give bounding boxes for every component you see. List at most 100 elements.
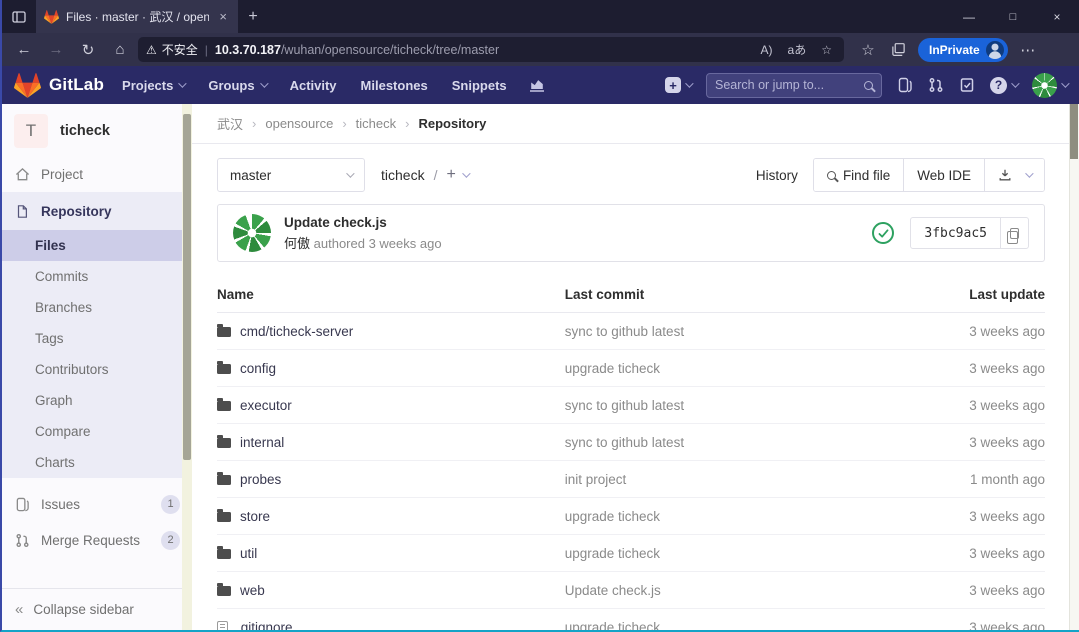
nav-milestones[interactable]: Milestones bbox=[361, 78, 428, 93]
browser-tab[interactable]: Files · master · 武汉 / opensourc × bbox=[36, 0, 238, 33]
read-aloud-icon[interactable]: A) bbox=[757, 43, 777, 57]
forward-button[interactable]: → bbox=[42, 37, 70, 63]
sidebar-subitem[interactable]: Commits bbox=[2, 261, 192, 292]
last-update-time: 3 weeks ago bbox=[879, 424, 1045, 461]
table-row[interactable]: .gitignore upgrade ticheck 3 weeks ago bbox=[217, 609, 1045, 631]
breadcrumb-project[interactable]: ticheck bbox=[356, 116, 396, 131]
search-box[interactable] bbox=[706, 73, 882, 98]
back-button[interactable]: ← bbox=[10, 37, 38, 63]
nav-snippets[interactable]: Snippets bbox=[452, 78, 507, 93]
commit-title-link[interactable]: Update check.js bbox=[284, 215, 442, 230]
sidebar-subitem[interactable]: Branches bbox=[2, 292, 192, 323]
nav-groups[interactable]: Groups bbox=[208, 78, 265, 93]
sidebar-item-project[interactable]: Project bbox=[2, 156, 192, 192]
table-row[interactable]: executor sync to github latest 3 weeks a… bbox=[217, 387, 1045, 424]
gitlab-logo[interactable]: GitLab bbox=[14, 73, 104, 98]
search-input[interactable] bbox=[715, 78, 858, 92]
sidebar-subitem[interactable]: Tags bbox=[2, 323, 192, 354]
file-name-link[interactable]: store bbox=[240, 509, 270, 524]
project-header[interactable]: T ticheck bbox=[2, 104, 192, 156]
more-menu-icon[interactable]: ⋯ bbox=[1014, 37, 1042, 63]
user-menu[interactable] bbox=[1032, 73, 1067, 98]
file-name-link[interactable]: web bbox=[240, 583, 265, 598]
commit-author-link[interactable]: 何傲 bbox=[284, 236, 310, 251]
new-dropdown[interactable]: + bbox=[665, 77, 691, 93]
file-name-link[interactable]: cmd/ticheck-server bbox=[240, 324, 353, 339]
merge-requests-nav-icon[interactable] bbox=[928, 77, 944, 93]
last-commit-message[interactable]: upgrade ticheck bbox=[565, 350, 880, 387]
history-link[interactable]: History bbox=[756, 168, 798, 183]
sidebar-item-merge-requests[interactable]: Merge Requests 2 bbox=[2, 522, 192, 558]
last-commit-message[interactable]: upgrade ticheck bbox=[565, 535, 880, 572]
sidebar-scrollbar[interactable] bbox=[182, 104, 192, 630]
refresh-button[interactable]: ↻ bbox=[74, 37, 102, 63]
copy-commit-button[interactable] bbox=[1000, 218, 1028, 248]
sidebar-item-repository[interactable]: Repository bbox=[2, 192, 192, 230]
address-bar[interactable]: ⚠ 不安全 | 10.3.70.187/wuhan/opensource/tic… bbox=[138, 37, 844, 62]
breadcrumb-group[interactable]: 武汉 bbox=[217, 114, 243, 133]
file-name-link[interactable]: config bbox=[240, 361, 276, 376]
sidebar-subitem[interactable]: Graph bbox=[2, 385, 192, 416]
close-button[interactable]: × bbox=[1035, 0, 1079, 33]
sidebar-subitem[interactable]: Files bbox=[2, 230, 192, 261]
last-commit-message[interactable]: upgrade ticheck bbox=[565, 498, 880, 535]
add-file-dropdown[interactable]: + bbox=[446, 166, 467, 184]
file-name-link[interactable]: probes bbox=[240, 472, 281, 487]
last-commit-message[interactable]: sync to github latest bbox=[565, 313, 880, 350]
pipeline-status-icon[interactable] bbox=[872, 222, 894, 244]
tab-close-icon[interactable]: × bbox=[216, 9, 230, 24]
table-row[interactable]: util upgrade ticheck 3 weeks ago bbox=[217, 535, 1045, 572]
repo-path-project[interactable]: ticheck bbox=[381, 167, 425, 183]
find-file-button[interactable]: Find file bbox=[814, 159, 903, 191]
last-commit-message[interactable]: sync to github latest bbox=[565, 387, 880, 424]
file-name-link[interactable]: util bbox=[240, 546, 257, 561]
main-scrollbar[interactable] bbox=[1069, 104, 1079, 630]
help-dropdown[interactable]: ? bbox=[990, 77, 1017, 94]
last-commit-message[interactable]: upgrade ticheck bbox=[565, 609, 880, 631]
table-row[interactable]: web Update check.js 3 weeks ago bbox=[217, 572, 1045, 609]
file-name-link[interactable]: internal bbox=[240, 435, 284, 450]
url-text[interactable]: 10.3.70.187/wuhan/opensource/ticheck/tre… bbox=[215, 43, 750, 57]
sidebar-subitem[interactable]: Contributors bbox=[2, 354, 192, 385]
main-scrollbar-thumb[interactable] bbox=[1070, 104, 1078, 159]
table-row[interactable]: internal sync to github latest 3 weeks a… bbox=[217, 424, 1045, 461]
last-commit-message[interactable]: init project bbox=[565, 461, 880, 498]
collections-icon[interactable] bbox=[884, 37, 912, 63]
sidebar-scrollbar-thumb[interactable] bbox=[183, 114, 191, 460]
last-update-time: 3 weeks ago bbox=[879, 572, 1045, 609]
table-row[interactable]: store upgrade ticheck 3 weeks ago bbox=[217, 498, 1045, 535]
chevron-down-icon bbox=[685, 79, 693, 87]
web-ide-button[interactable]: Web IDE bbox=[903, 159, 984, 191]
branch-selector[interactable]: master bbox=[217, 158, 365, 192]
table-row[interactable]: config upgrade ticheck 3 weeks ago bbox=[217, 350, 1045, 387]
table-row[interactable]: cmd/ticheck-server sync to github latest… bbox=[217, 313, 1045, 350]
table-row[interactable]: probes init project 1 month ago bbox=[217, 461, 1045, 498]
file-name-link[interactable]: .gitignore bbox=[237, 620, 293, 631]
nav-projects[interactable]: Projects bbox=[122, 78, 184, 93]
collapse-sidebar-button[interactable]: « Collapse sidebar bbox=[2, 588, 182, 630]
commit-hash[interactable]: 3fbc9ac5 bbox=[911, 218, 1000, 248]
nav-activity[interactable]: Activity bbox=[290, 78, 337, 93]
file-name-link[interactable]: executor bbox=[240, 398, 292, 413]
add-favorite-icon[interactable]: ☆ bbox=[817, 43, 836, 57]
minimize-button[interactable]: — bbox=[947, 0, 991, 33]
last-commit-message[interactable]: Update check.js bbox=[565, 572, 880, 609]
sidebar-item-issues[interactable]: Issues 1 bbox=[2, 486, 192, 522]
tab-actions-button[interactable] bbox=[2, 0, 36, 33]
commit-author-avatar[interactable] bbox=[233, 214, 271, 252]
maximize-button[interactable]: □ bbox=[991, 0, 1035, 33]
translate-icon[interactable]: aあ bbox=[784, 41, 811, 58]
issues-nav-icon[interactable] bbox=[897, 77, 913, 93]
analytics-chart-icon[interactable] bbox=[529, 77, 545, 93]
sidebar-subitem[interactable]: Charts bbox=[2, 447, 192, 478]
download-dropdown[interactable] bbox=[984, 159, 1044, 191]
new-tab-button[interactable]: + bbox=[238, 0, 268, 33]
home-button[interactable]: ⌂ bbox=[106, 37, 134, 63]
inprivate-badge[interactable]: InPrivate bbox=[918, 38, 1008, 62]
todos-nav-icon[interactable] bbox=[959, 77, 975, 93]
breadcrumb-subgroup[interactable]: opensource bbox=[265, 116, 333, 131]
last-commit-message[interactable]: sync to github latest bbox=[565, 424, 880, 461]
not-secure-warning[interactable]: ⚠ 不安全 bbox=[146, 41, 198, 58]
favorites-bar-icon[interactable]: ☆ bbox=[854, 37, 882, 63]
sidebar-subitem[interactable]: Compare bbox=[2, 416, 192, 447]
